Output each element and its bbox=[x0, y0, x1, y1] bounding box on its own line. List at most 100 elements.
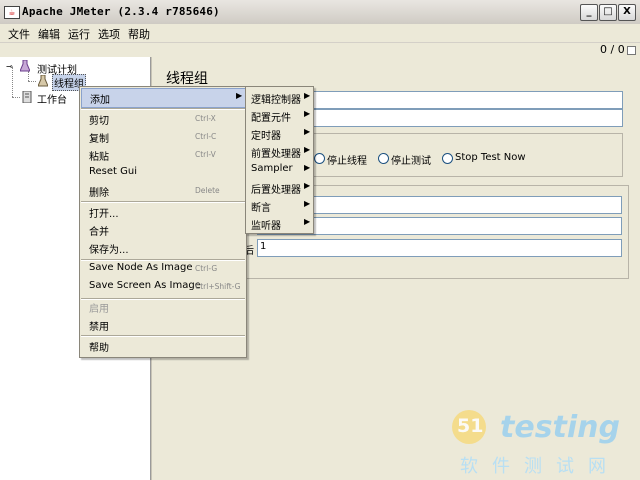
submenu-arrow-icon: ▶ bbox=[304, 181, 311, 190]
title-bar: ☕ Apache JMeter (2.3.4 r785646) _ □ X bbox=[0, 0, 640, 25]
submenu-arrow-icon: ▶ bbox=[304, 109, 311, 118]
menu-item-label: 剪切 bbox=[89, 116, 109, 127]
menu-item-label: 启用 bbox=[89, 304, 109, 315]
submenu-item-sampler[interactable]: Sampler ▶ bbox=[246, 160, 313, 178]
radio-stop-thread-label: 停止线程 bbox=[327, 156, 367, 167]
minimize-button[interactable]: _ bbox=[580, 4, 598, 21]
status-row: 0 / 0 bbox=[0, 43, 640, 57]
menu-item-save-as[interactable]: 保存为... bbox=[81, 239, 245, 257]
submenu-item-label: 断言 bbox=[251, 203, 271, 214]
submenu-item-listener[interactable]: 监听器 ▶ bbox=[246, 214, 313, 232]
window-title: Apache JMeter (2.3.4 r785646) bbox=[22, 5, 220, 18]
page-title: 线程组 bbox=[166, 71, 208, 87]
submenu-arrow-icon: ▶ bbox=[304, 145, 311, 154]
menu-run[interactable]: 运行 bbox=[68, 26, 90, 42]
workbench-icon bbox=[22, 91, 32, 103]
thread-counter: 0 / 0 bbox=[600, 43, 625, 56]
menu-item-label: 打开... bbox=[89, 209, 119, 220]
submenu-item-post-processor[interactable]: 后置处理器 ▶ bbox=[246, 178, 313, 196]
radio-stop-test[interactable] bbox=[378, 153, 389, 164]
submenu-item-label: Sampler bbox=[251, 163, 293, 174]
maximize-button[interactable]: □ bbox=[599, 4, 617, 21]
menu-item-cut[interactable]: 剪切 Ctrl-X bbox=[81, 110, 245, 128]
watermark-subtitle: 软件测试网 bbox=[460, 456, 620, 477]
submenu-item-label: 后置处理器 bbox=[251, 185, 301, 196]
radio-stop-test-now-label: Stop Test Now bbox=[455, 152, 526, 163]
menu-item-label: Save Screen As Image bbox=[89, 280, 201, 291]
menu-item-label: 粘贴 bbox=[89, 152, 109, 163]
submenu-item-label: 配置元件 bbox=[251, 113, 291, 124]
menu-item-shortcut: Ctrl+Shift-G bbox=[195, 282, 241, 291]
close-button[interactable]: X bbox=[618, 4, 636, 21]
status-indicator bbox=[627, 46, 636, 55]
submenu-arrow-icon: ▶ bbox=[304, 217, 311, 226]
watermark-logo-text: testing bbox=[500, 410, 620, 445]
tree-item-workbench[interactable]: 工作台 bbox=[37, 91, 67, 106]
menu-item-label: 帮助 bbox=[89, 343, 109, 354]
radio-stop-test-now[interactable] bbox=[442, 153, 453, 164]
menu-item-paste[interactable]: 粘贴 Ctrl-V bbox=[81, 146, 245, 164]
submenu-arrow-icon: ▶ bbox=[304, 127, 311, 136]
submenu-arrow-icon: ▶ bbox=[304, 163, 311, 172]
submenu-item-pre-processor[interactable]: 前置处理器 ▶ bbox=[246, 142, 313, 160]
menu-item-open[interactable]: 打开... bbox=[81, 203, 245, 221]
menu-item-merge[interactable]: 合并 bbox=[81, 221, 245, 239]
menu-item-label: Reset Gui bbox=[89, 166, 137, 177]
menu-options[interactable]: 选项 bbox=[98, 26, 120, 42]
menu-item-label: 删除 bbox=[89, 188, 109, 199]
menu-item-help[interactable]: 帮助 bbox=[81, 337, 245, 355]
menu-item-label: 复制 bbox=[89, 134, 109, 145]
submenu-arrow-icon: ▶ bbox=[304, 91, 311, 100]
radio-stop-thread[interactable] bbox=[314, 153, 325, 164]
submenu-item-label: 前置处理器 bbox=[251, 149, 301, 160]
submenu-item-config-element[interactable]: 配置元件 ▶ bbox=[246, 106, 313, 124]
submenu-item-assertion[interactable]: 断言 ▶ bbox=[246, 196, 313, 214]
menu-edit[interactable]: 编辑 bbox=[38, 26, 60, 42]
menu-item-disable[interactable]: 禁用 bbox=[81, 316, 245, 334]
submenu-arrow-icon: ▶ bbox=[304, 199, 311, 208]
menu-item-save-screen-image[interactable]: Save Screen As Image Ctrl+Shift-G bbox=[81, 278, 245, 296]
submenu-item-timer[interactable]: 定时器 ▶ bbox=[246, 124, 313, 142]
menu-item-enable[interactable]: 启用 bbox=[81, 298, 245, 316]
watermark-logo-number: 51 bbox=[457, 415, 484, 437]
menu-file[interactable]: 文件 bbox=[8, 26, 30, 42]
radio-stop-test-label: 停止测试 bbox=[391, 156, 431, 167]
menu-bar: 文件 编辑 运行 选项 帮助 bbox=[0, 24, 640, 43]
context-menu: 添加 ▶ 剪切 Ctrl-X 复制 Ctrl-C 粘贴 Ctrl-V Reset… bbox=[79, 86, 247, 358]
tree-expand-icon[interactable]: ⊸ bbox=[6, 62, 13, 71]
menu-item-shortcut: Ctrl-X bbox=[195, 114, 216, 123]
menu-item-copy[interactable]: 复制 Ctrl-C bbox=[81, 128, 245, 146]
tree-connector bbox=[12, 67, 13, 97]
menu-item-label: 保存为... bbox=[89, 245, 129, 256]
tree-connector bbox=[28, 71, 29, 81]
menu-item-label: 合并 bbox=[89, 227, 109, 238]
loop-count-field[interactable]: 1 bbox=[257, 239, 622, 257]
menu-item-delete[interactable]: 删除 Delete bbox=[81, 182, 245, 200]
thread-group-icon bbox=[38, 75, 48, 87]
jmeter-icon: ☕ bbox=[4, 6, 20, 19]
loop-count-value: 1 bbox=[260, 241, 267, 252]
watermark-logo: 51 bbox=[452, 410, 486, 444]
submenu-arrow-icon: ▶ bbox=[236, 91, 243, 100]
menu-help[interactable]: 帮助 bbox=[128, 26, 150, 42]
menu-item-shortcut: Ctrl-C bbox=[195, 132, 217, 141]
test-plan-icon bbox=[20, 60, 30, 72]
tree-connector bbox=[12, 97, 20, 98]
tree-connector bbox=[28, 81, 36, 82]
menu-item-shortcut: Delete bbox=[195, 186, 220, 195]
menu-item-save-node-image[interactable]: Save Node As Image Ctrl-G bbox=[81, 260, 245, 278]
submenu-item-label: 逻辑控制器 bbox=[251, 95, 301, 106]
menu-item-label: Save Node As Image bbox=[89, 262, 193, 273]
menu-item-label: 禁用 bbox=[89, 322, 109, 333]
submenu-item-label: 定时器 bbox=[251, 131, 281, 142]
menu-item-shortcut: Ctrl-G bbox=[195, 264, 218, 273]
menu-item-shortcut: Ctrl-V bbox=[195, 150, 216, 159]
menu-item-reset-gui[interactable]: Reset Gui bbox=[81, 164, 245, 182]
submenu-item-logic-controller[interactable]: 逻辑控制器 ▶ bbox=[246, 88, 313, 106]
comment-field[interactable] bbox=[307, 109, 623, 127]
menu-item-label: 添加 bbox=[90, 95, 110, 106]
name-field[interactable] bbox=[307, 91, 623, 109]
submenu-item-label: 监听器 bbox=[251, 221, 281, 232]
add-submenu: 逻辑控制器 ▶ 配置元件 ▶ 定时器 ▶ 前置处理器 ▶ Sampler ▶ 后… bbox=[245, 86, 314, 234]
menu-item-add[interactable]: 添加 ▶ bbox=[81, 88, 247, 108]
